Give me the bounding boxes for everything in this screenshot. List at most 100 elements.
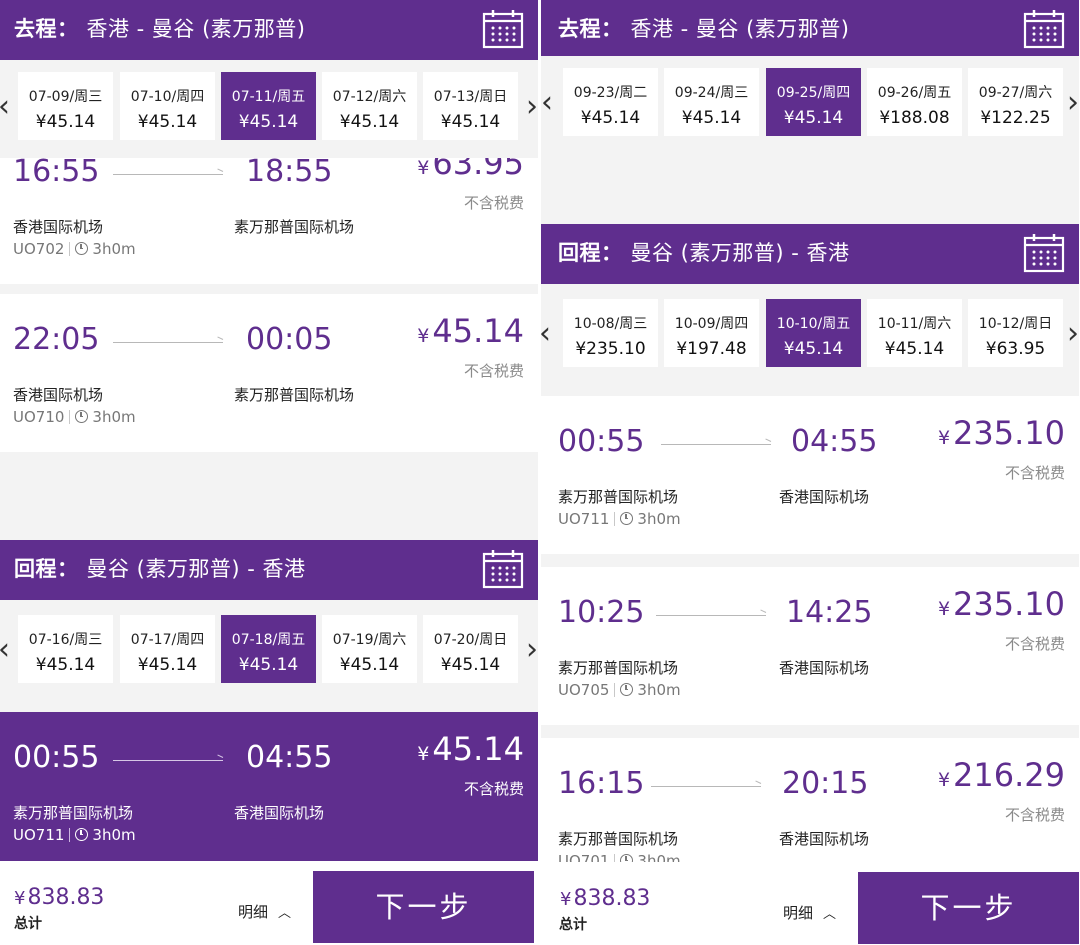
date-option[interactable]: 07-20/周日 ¥45.14 (423, 615, 518, 683)
meta-separator (69, 242, 71, 256)
date-option[interactable]: 07-09/周三 ¥45.14 (18, 72, 113, 140)
calendar-icon[interactable] (482, 9, 524, 49)
total-price: ¥838.83 (560, 886, 651, 911)
booking-footer: ¥838.83 总计 明细 ︿ 下一步 (541, 862, 1079, 945)
arrival-time: 20:15 (782, 766, 869, 801)
date-option[interactable]: 07-10/周四 ¥45.14 (120, 72, 215, 140)
return-header: 回程： 曼谷 (素万那普) - 香港 (541, 224, 1079, 284)
tax-note: 不含税费 (463, 780, 524, 798)
return-label: 回程： (14, 557, 79, 581)
destination-airport: 香港国际机场 (234, 804, 325, 822)
flight-code: UO705 (558, 681, 610, 699)
meta-separator (614, 512, 616, 526)
next-step-button[interactable]: 下一步 (858, 872, 1079, 944)
calendar-icon[interactable] (1023, 233, 1065, 273)
date-option[interactable]: 09-23/周二 ¥45.14 (563, 68, 658, 136)
destination-airport: 素万那普国际机场 (234, 218, 355, 236)
flight-code: UO702 (13, 240, 65, 258)
date-option-selected[interactable]: 10-10/周五 ¥45.14 (766, 299, 861, 367)
flight-meta: UO702 3h0m (13, 240, 136, 258)
arrival-time: 04:55 (791, 424, 878, 459)
calendar-icon[interactable] (1023, 9, 1065, 49)
return-label: 回程： (558, 241, 623, 265)
date-option-selected[interactable]: 07-11/周五 ¥45.14 (221, 72, 316, 140)
flight-card[interactable]: 10:25 14:25 ¥235.10 不含税费 素万那普国际机场 香港国际机场… (541, 567, 1079, 725)
outbound-label: 去程： (14, 17, 79, 41)
outbound-route: 香港 - 曼谷 (素万那普) (630, 17, 850, 41)
meta-separator (69, 410, 71, 424)
chevron-left-icon[interactable]: ‹ (0, 90, 14, 124)
calendar-icon[interactable] (482, 549, 524, 589)
tax-note: 不含税费 (463, 362, 524, 380)
departure-time: 22:05 (13, 322, 100, 357)
clock-icon (620, 512, 634, 525)
origin-airport: 香港国际机场 (13, 386, 104, 404)
origin-airport: 素万那普国际机场 (558, 488, 679, 506)
clock-icon (75, 242, 89, 255)
chevron-left-icon[interactable]: ‹ (541, 86, 557, 120)
left-screen: 16:55 18:55 ¥63.95 不含税费 香港国际机场 素万那普国际机场 … (0, 0, 538, 945)
flight-card[interactable]: 00:55 04:55 ¥235.10 不含税费 素万那普国际机场 香港国际机场… (541, 396, 1079, 554)
destination-airport: 素万那普国际机场 (234, 386, 355, 404)
outbound-date-strip: ‹ 07-09/周三¥45.14 07-10/周四¥45.14 07-11/周五… (0, 60, 538, 158)
chevron-up-icon: ︿ (823, 907, 837, 922)
arrival-time: 18:55 (246, 154, 333, 189)
route-arrow (651, 786, 761, 787)
date-option[interactable]: 10-11/周六 ¥45.14 (867, 299, 962, 367)
date-option[interactable]: 07-17/周四 ¥45.14 (120, 615, 215, 683)
meta-separator (69, 828, 71, 842)
flight-duration: 3h0m (92, 408, 136, 426)
chevron-right-icon[interactable]: › (522, 90, 538, 124)
date-option[interactable]: 09-26/周五 ¥188.08 (867, 68, 962, 136)
date-option[interactable]: 07-19/周六 ¥45.14 (322, 615, 417, 683)
flight-duration: 3h0m (637, 510, 681, 528)
route-arrow (656, 615, 766, 616)
chevron-right-icon[interactable]: › (522, 633, 538, 667)
outbound-header: 去程： 香港 - 曼谷 (素万那普) (0, 0, 538, 60)
flight-meta: UO711 3h0m (558, 510, 681, 528)
detail-toggle[interactable]: 明细 ︿ (783, 902, 836, 923)
meta-separator (614, 683, 616, 697)
flight-code: UO711 (13, 826, 65, 844)
date-option[interactable]: 07-13/周日 ¥45.14 (423, 72, 518, 140)
route-arrow (113, 174, 223, 175)
total-label: 总计 (14, 916, 42, 932)
clock-icon (75, 410, 89, 423)
date-option-selected[interactable]: 07-18/周五 ¥45.14 (221, 615, 316, 683)
origin-airport: 素万那普国际机场 (558, 659, 679, 677)
chevron-right-icon[interactable]: › (1063, 317, 1079, 351)
arrival-time: 00:05 (246, 322, 333, 357)
return-date-strip: ‹ 07-16/周三¥45.14 07-17/周四¥45.14 07-18/周五… (0, 603, 538, 701)
arrival-time: 14:25 (786, 595, 873, 630)
flight-price: ¥45.14 (417, 730, 524, 768)
date-option[interactable]: 10-12/周日 ¥63.95 (968, 299, 1063, 367)
flight-card[interactable]: 22:05 00:05 ¥45.14 不含税费 香港国际机场 素万那普国际机场 … (0, 294, 538, 452)
chevron-left-icon[interactable]: ‹ (541, 317, 555, 351)
departure-time: 00:55 (558, 424, 645, 459)
outbound-route: 香港 - 曼谷 (素万那普) (86, 17, 306, 41)
tax-note: 不含税费 (1004, 635, 1065, 653)
date-option[interactable]: 07-12/周六 ¥45.14 (322, 72, 417, 140)
date-option[interactable]: 09-24/周三 ¥45.14 (664, 68, 759, 136)
departure-time: 10:25 (558, 595, 645, 630)
date-option[interactable]: 09-27/周六 ¥122.25 (968, 68, 1063, 136)
route-arrow (113, 342, 223, 343)
chevron-right-icon[interactable]: › (1063, 86, 1079, 120)
flight-code: UO710 (13, 408, 65, 426)
detail-toggle[interactable]: 明细 ︿ (238, 901, 291, 922)
total-label: 总计 (559, 917, 587, 933)
clock-icon (620, 683, 634, 696)
date-option[interactable]: 07-16/周三 ¥45.14 (18, 615, 113, 683)
next-step-button[interactable]: 下一步 (313, 871, 534, 943)
date-option[interactable]: 10-08/周三 ¥235.10 (563, 299, 658, 367)
flight-price: ¥45.14 (417, 312, 524, 350)
date-option[interactable]: 10-09/周四 ¥197.48 (664, 299, 759, 367)
origin-airport: 素万那普国际机场 (558, 830, 679, 848)
chevron-left-icon[interactable]: ‹ (0, 633, 14, 667)
flight-card-selected[interactable]: 00:55 04:55 ¥45.14 不含税费 素万那普国际机场 香港国际机场 … (0, 712, 538, 870)
outbound-date-strip: ‹ 09-23/周二 ¥45.14 09-24/周三 ¥45.14 09-25/周四… (541, 56, 1079, 154)
flight-duration: 3h0m (92, 826, 136, 844)
date-option-selected[interactable]: 09-25/周四 ¥45.14 (766, 68, 861, 136)
destination-airport: 香港国际机场 (779, 830, 870, 848)
route-arrow (661, 444, 771, 445)
